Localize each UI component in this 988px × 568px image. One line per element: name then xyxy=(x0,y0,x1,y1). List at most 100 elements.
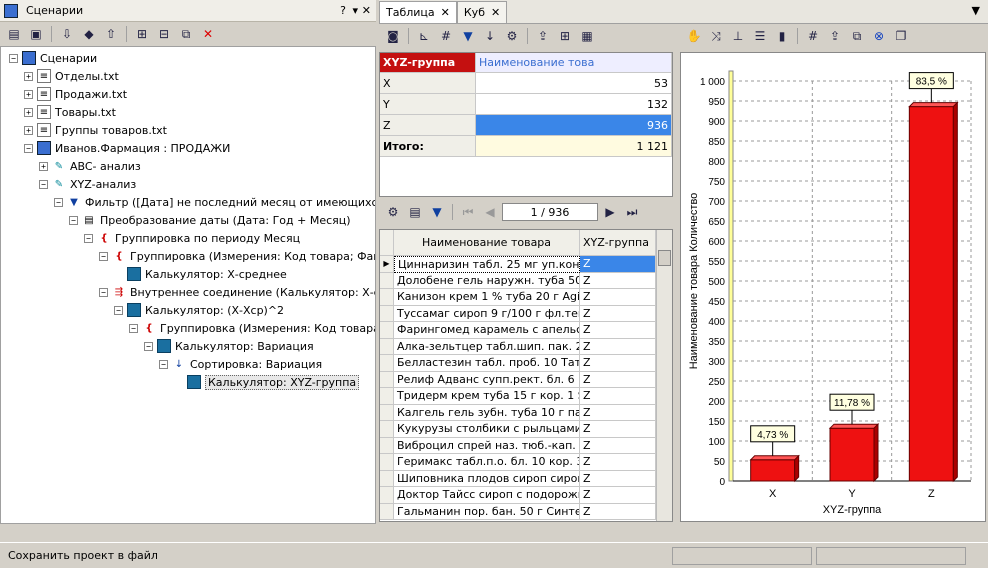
settings-icon[interactable]: ⚙ xyxy=(502,26,522,46)
pane-close-button[interactable]: ✕ xyxy=(362,4,371,17)
tree-node[interactable]: −{Группировка (Измерения: Код товара; Фа… xyxy=(99,247,375,265)
axes-icon[interactable]: ⊾ xyxy=(414,26,434,46)
expand-icon[interactable]: + xyxy=(24,89,33,99)
export-icon[interactable]: ⇧ xyxy=(101,24,121,44)
hand-icon[interactable]: ✋ xyxy=(684,26,704,46)
tree-node[interactable]: + ≡ Продажи.txt xyxy=(24,85,127,103)
tree-node[interactable]: + ✎ ABC- анализ xyxy=(39,157,141,175)
tree-node[interactable]: − ▤ Преобразование даты (Дата: Год + Месяц… xyxy=(69,211,351,229)
table-cell[interactable]: Туссамаг сироп 9 г/100 г фл.темн.с xyxy=(394,305,580,322)
table-cell[interactable]: Тридерм крем туба 15 г кор. 1 Sche xyxy=(394,388,580,405)
table-cell[interactable]: Z xyxy=(580,454,656,471)
pane-menu-button[interactable]: ▾ xyxy=(352,4,358,17)
import-icon[interactable]: ⇩ xyxy=(57,24,77,44)
format-icon[interactable]: ▦ xyxy=(577,26,597,46)
row-indicator[interactable] xyxy=(380,305,394,322)
tree-node[interactable]: −{Группировка (Измерения: Код товара; Ф xyxy=(129,319,375,337)
export-table-icon[interactable]: ⇪ xyxy=(533,26,553,46)
camera-icon[interactable]: ◙ xyxy=(383,26,403,46)
filter-icon[interactable]: ▼ xyxy=(458,26,478,46)
close-icon[interactable]: ✕ xyxy=(491,6,500,19)
filter-icon[interactable]: ▼ xyxy=(427,202,447,222)
dim-header[interactable]: XYZ-группа xyxy=(380,53,476,73)
page-indicator[interactable]: 1 / 936 xyxy=(502,203,598,221)
copy-node-icon[interactable]: ⧉ xyxy=(176,24,196,44)
copy-chart-icon[interactable]: ⧉ xyxy=(847,26,867,46)
cancel-icon[interactable]: ⊗ xyxy=(869,26,889,46)
tree-node[interactable]: − Калькулятор: (Х-Хср)^2 xyxy=(114,301,284,319)
tree-node[interactable]: − ⇶ Внутреннее соединение (Калькулятор: Х-… xyxy=(99,283,375,301)
table-cell[interactable]: Кукурузы столбики с рыльцами рез xyxy=(394,421,580,438)
collapse-icon[interactable]: − xyxy=(159,359,168,369)
row-indicator[interactable] xyxy=(380,289,394,306)
tree-node[interactable]: + ≡ Группы товаров.txt xyxy=(24,121,167,139)
tabs-menu-icon[interactable]: ▼ xyxy=(972,4,980,17)
grid-settings-icon[interactable]: ⚙ xyxy=(383,202,403,222)
tree-node[interactable]: + ≡ Отделы.txt xyxy=(24,67,119,85)
detail-grid[interactable]: Наименование товара XYZ-группа ▶ Циннаризин… xyxy=(379,229,673,522)
cube-row-label[interactable]: Z xyxy=(380,115,476,136)
tree-node[interactable]: + ≡ Товары.txt xyxy=(24,103,116,121)
collapse-icon[interactable]: − xyxy=(114,305,123,315)
table-cell[interactable]: Z xyxy=(580,388,656,405)
delete-icon[interactable]: ✕ xyxy=(198,24,218,44)
row-header-corner[interactable] xyxy=(380,230,394,256)
table-cell[interactable]: Алка-зельтцер табл.шип. пак. 2 Бау xyxy=(394,338,580,355)
tree-node[interactable]: −{Группировка по периоду Месяц xyxy=(84,229,300,247)
tree-node[interactable]: − Иванов.Фармация : ПРОДАЖИ xyxy=(24,139,230,157)
table-cell[interactable]: Фарингомед карамель с апельс. об xyxy=(394,322,580,339)
row-indicator[interactable] xyxy=(380,437,394,454)
table-cell[interactable]: Белластезин табл. проб. 10 Татхим xyxy=(394,355,580,372)
numbers-icon[interactable]: # xyxy=(436,26,456,46)
collapse-icon[interactable]: − xyxy=(9,53,18,63)
windows-icon[interactable]: ❐ xyxy=(891,26,911,46)
tree-collapse-icon[interactable]: ⊟ xyxy=(154,24,174,44)
column-header[interactable]: XYZ-группа xyxy=(580,230,656,256)
rotate-icon[interactable]: ⤨ xyxy=(706,26,726,46)
collapse-icon[interactable]: − xyxy=(144,341,153,351)
legend-icon[interactable]: ☰ xyxy=(750,26,770,46)
table-cell[interactable]: Z xyxy=(580,503,656,520)
tree-expand-icon[interactable]: ⊞ xyxy=(132,24,152,44)
chart-type-icon[interactable]: ▮ xyxy=(772,26,792,46)
fact-header[interactable]: Наименование това xyxy=(476,53,672,73)
tree-node[interactable]: Калькулятор: Х-среднее xyxy=(114,265,287,283)
table-cell[interactable]: Канизон крем 1 % туба 20 г Agio Pha xyxy=(394,289,580,306)
prev-page-icon[interactable]: ◀ xyxy=(480,202,500,222)
collapse-icon[interactable]: − xyxy=(84,233,93,243)
tree-node[interactable]: − ▼ Фильтр ([Дата] не последний месяц от и… xyxy=(54,193,375,211)
row-indicator[interactable] xyxy=(380,272,394,289)
tree-node[interactable]: − Сценарии xyxy=(9,49,97,67)
row-indicator[interactable] xyxy=(380,355,394,372)
row-indicator[interactable] xyxy=(380,487,394,504)
row-indicator[interactable] xyxy=(380,503,394,520)
cube-row-label[interactable]: Y xyxy=(380,94,476,115)
row-indicator[interactable] xyxy=(380,322,394,339)
close-icon[interactable]: ✕ xyxy=(441,6,450,19)
collapse-icon[interactable]: − xyxy=(39,179,48,189)
axis-icon[interactable]: ⊥ xyxy=(728,26,748,46)
row-indicator[interactable] xyxy=(380,421,394,438)
table-cell[interactable]: Z xyxy=(580,437,656,454)
numbers-icon[interactable]: # xyxy=(803,26,823,46)
grid-icon[interactable]: ⊞ xyxy=(555,26,575,46)
table-cell[interactable]: Z xyxy=(580,338,656,355)
table-cell[interactable]: Релиф Адванс супп.рект. бл. 6 кор. xyxy=(394,371,580,388)
table-cell[interactable]: Долобене гель наружн. туба 50 г ко xyxy=(394,272,580,289)
total-cell[interactable]: 1 121 xyxy=(476,136,672,157)
table-cell[interactable]: Z xyxy=(580,256,656,273)
row-indicator[interactable] xyxy=(380,404,394,421)
table-cell[interactable]: Z xyxy=(580,404,656,421)
tree-node[interactable]: − ✎ XYZ-анализ xyxy=(39,175,136,193)
table-cell[interactable]: Z xyxy=(580,487,656,504)
table-cell[interactable]: Геримакс табл.п.о. бл. 10 кор. 3 Nyc xyxy=(394,454,580,471)
expand-icon[interactable]: + xyxy=(39,161,48,171)
collapse-icon[interactable]: − xyxy=(69,215,78,225)
collapse-icon[interactable]: − xyxy=(99,251,108,261)
help-button[interactable]: ? xyxy=(340,4,346,17)
process-icon[interactable]: ◆ xyxy=(79,24,99,44)
scenario-tree[interactable]: − Сценарии + ≡ Отделы.txt + ≡ Продажи.txt + ≡ Това… xyxy=(0,46,376,524)
table-cell[interactable]: Доктор Тайсс сироп с подорожнико xyxy=(394,487,580,504)
tree-node[interactable]: − ↓ Сортировка: Вариация xyxy=(159,355,322,373)
table-cell[interactable]: Z xyxy=(580,470,656,487)
